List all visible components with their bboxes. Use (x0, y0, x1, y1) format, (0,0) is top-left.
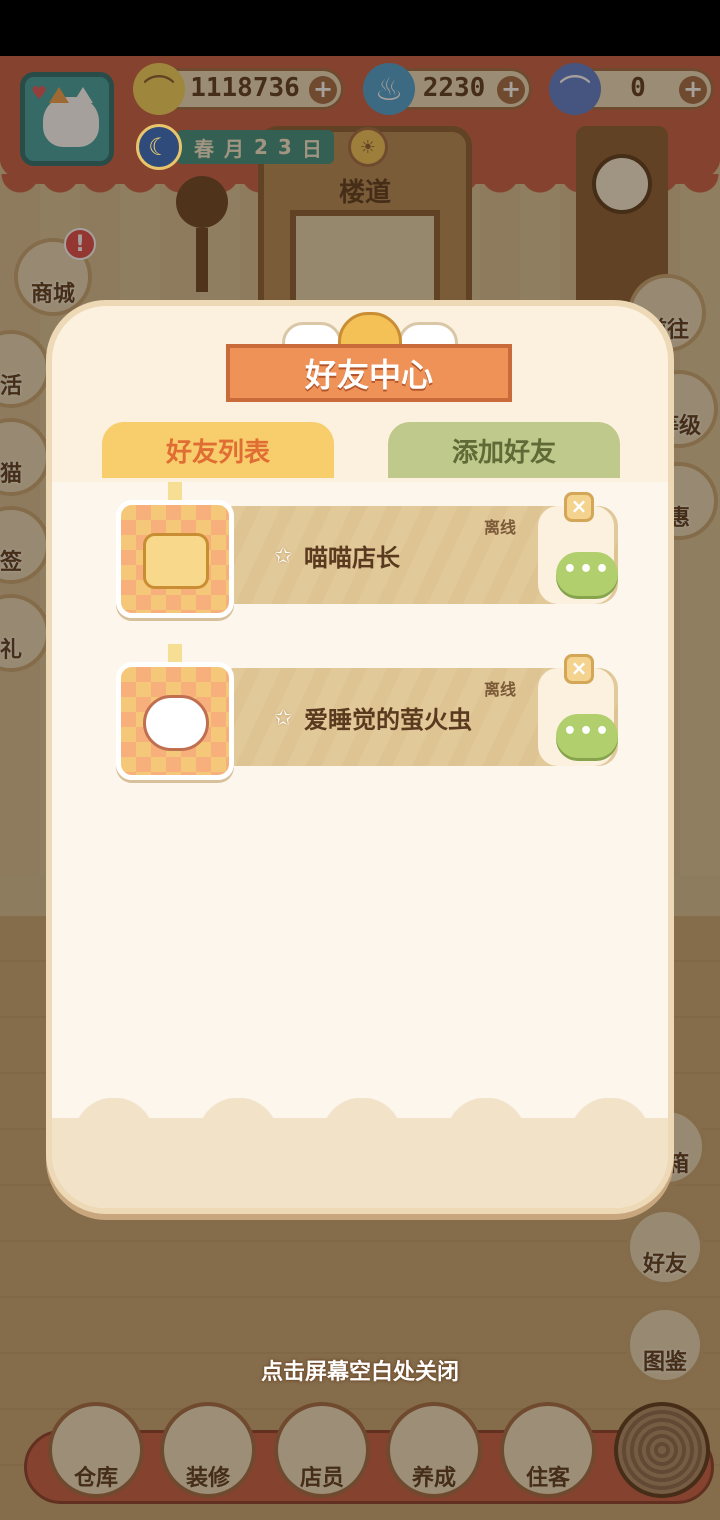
chat-button[interactable]: ••• (556, 552, 618, 596)
remove-friend-button[interactable]: × (564, 654, 594, 684)
puppy-face-icon (143, 695, 209, 751)
list-item[interactable]: ✩ 喵喵店长 离线 × ••• (116, 482, 618, 618)
tab-add-friend[interactable]: 添加好友 (388, 422, 620, 478)
dialog-scallop-footer (52, 1098, 668, 1208)
tab-friend-list[interactable]: 好友列表 (102, 422, 334, 478)
cat-face-icon (143, 533, 209, 589)
list-item[interactable]: ✩ 爱睡觉的萤火虫 离线 × ••• (116, 644, 618, 780)
friend-avatar[interactable] (116, 662, 234, 780)
status-bar (0, 0, 720, 56)
friend-name: 爱睡觉的萤火虫 (304, 706, 472, 734)
chat-button[interactable]: ••• (556, 714, 618, 758)
friend-status: 离线 (484, 680, 517, 699)
star-icon: ✩ (274, 544, 293, 569)
remove-friend-button[interactable]: × (564, 492, 594, 522)
star-icon: ✩ (274, 706, 293, 731)
close-hint: 点击屏幕空白处关闭 (260, 1360, 459, 1385)
friend-status: 离线 (484, 518, 517, 537)
moon-clock-icon: ☾ (136, 124, 182, 170)
dialog-title: 好友中心 (304, 356, 433, 394)
friend-avatar[interactable] (116, 500, 234, 618)
dialog-title-ribbon: 好友中心 (226, 344, 512, 402)
friend-name: 喵喵店长 (304, 544, 400, 572)
